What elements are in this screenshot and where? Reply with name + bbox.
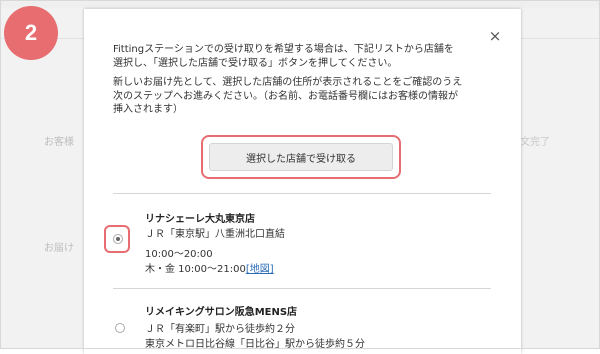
image-frame [0,0,600,349]
step-number-badge: 2 [4,6,58,60]
